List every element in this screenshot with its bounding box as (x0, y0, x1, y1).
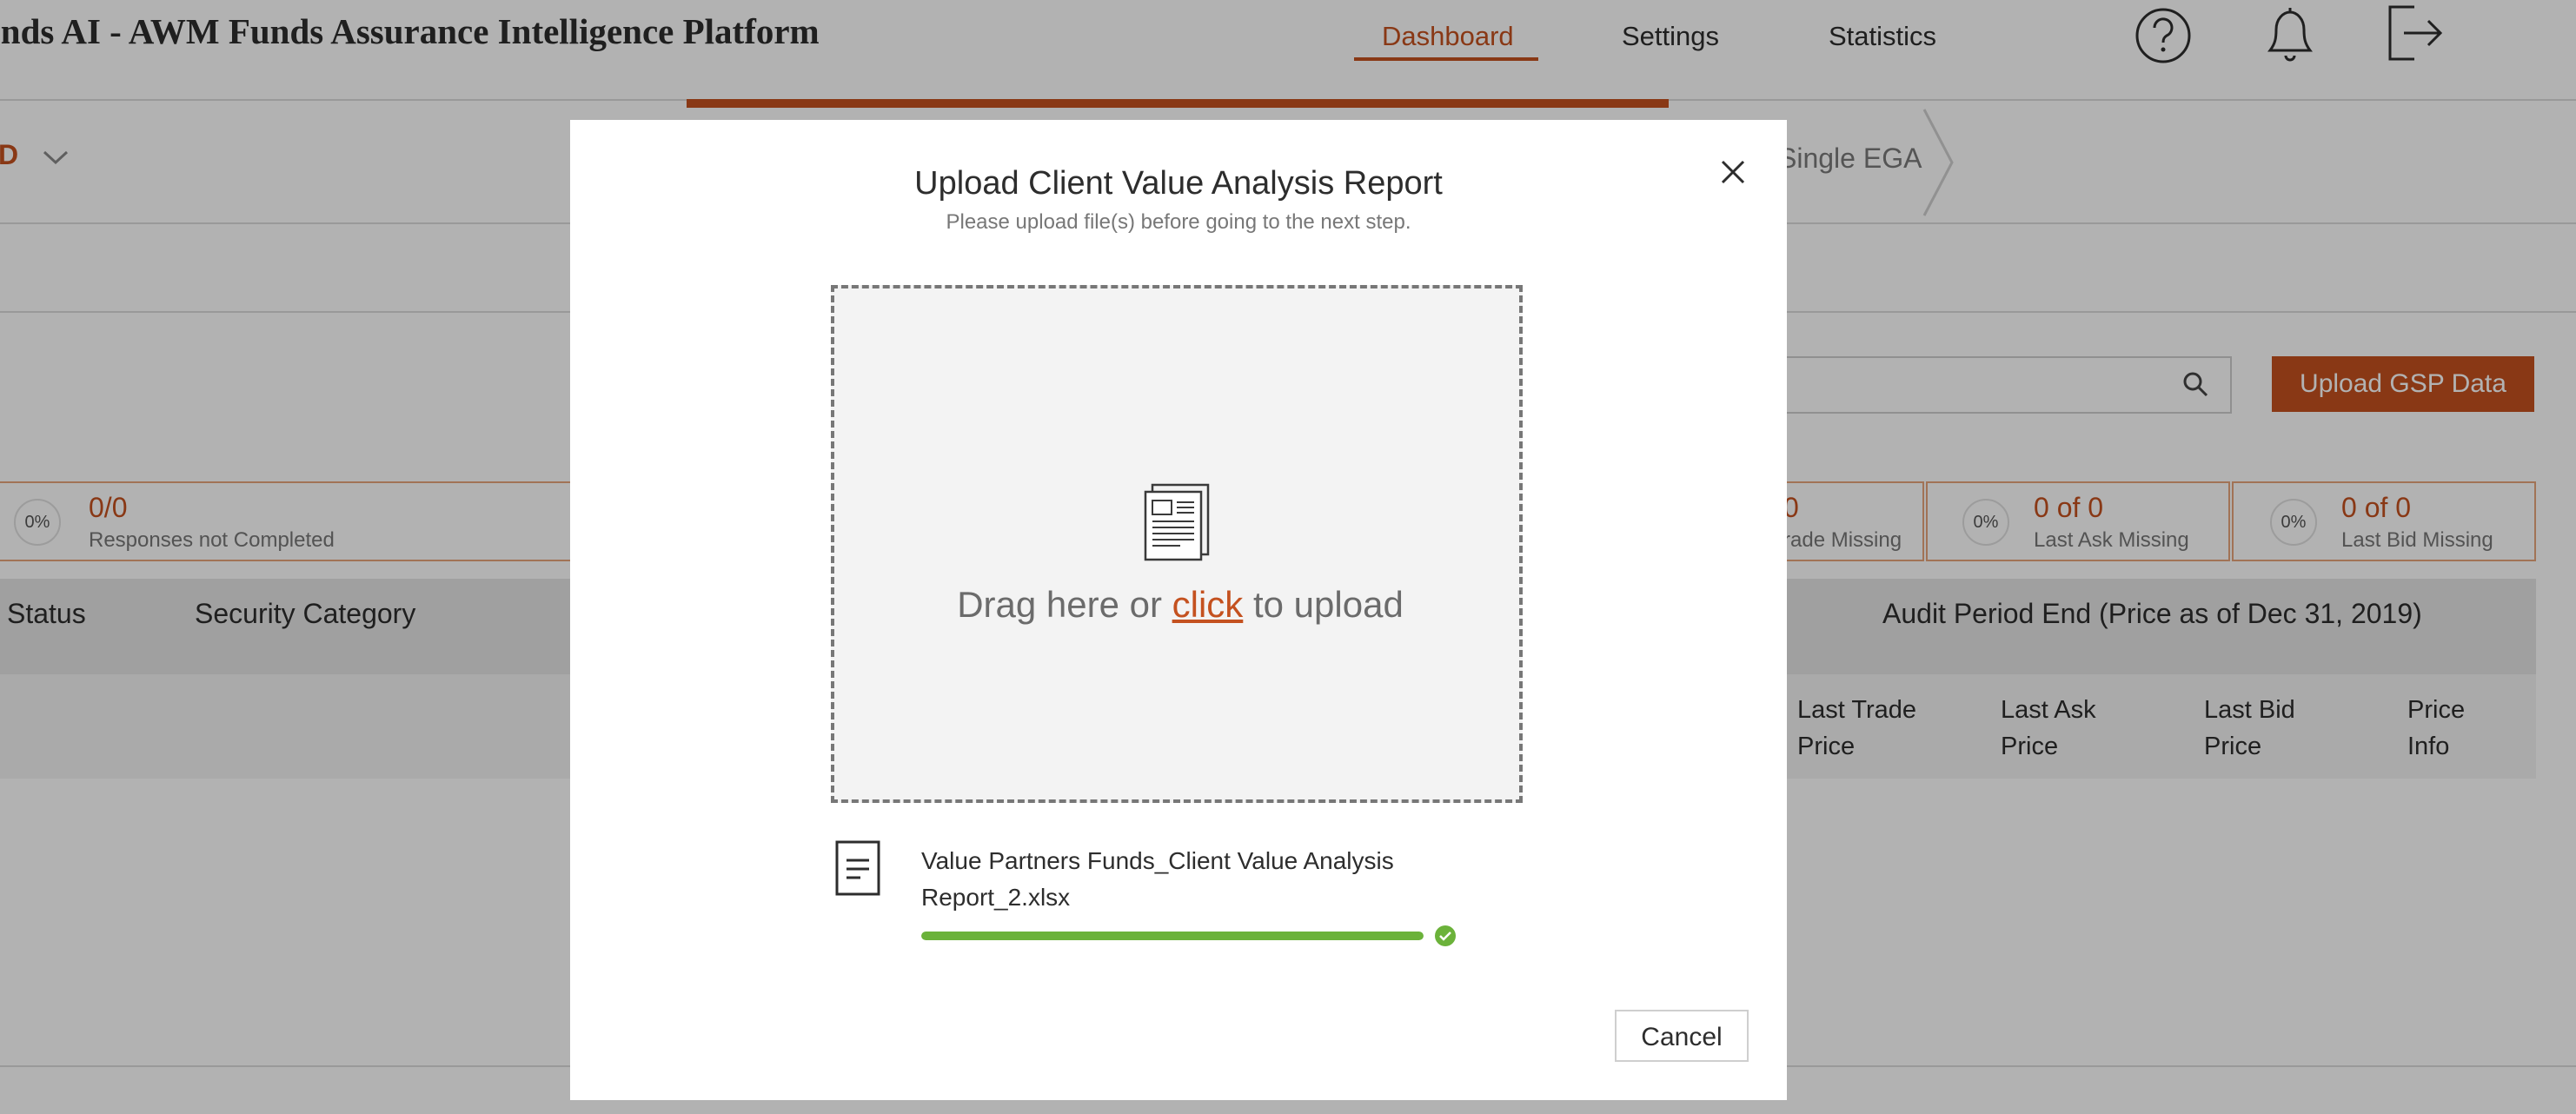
file-icon (835, 840, 880, 896)
drop-prefix: Drag here or (957, 584, 1172, 625)
modal-title: Upload Client Value Analysis Report (914, 165, 1443, 202)
uploaded-file-name: Value Partners Funds_Client Value Analys… (921, 847, 1394, 911)
close-icon[interactable] (1714, 153, 1752, 191)
cancel-button[interactable]: Cancel (1615, 1010, 1749, 1062)
drop-suffix: to upload (1243, 584, 1404, 625)
file-dropzone[interactable]: Drag here or click to upload (831, 285, 1523, 803)
upload-progress-bar (921, 932, 1424, 940)
upload-complete-check-icon (1435, 925, 1456, 946)
dropzone-text: Drag here or click to upload (834, 584, 1526, 626)
document-upload-icon (1144, 483, 1210, 561)
upload-modal: Upload Client Value Analysis Report Plea… (570, 120, 1787, 1100)
modal-subtitle: Please upload file(s) before going to th… (946, 210, 1411, 234)
click-to-upload-link[interactable]: click (1172, 584, 1244, 625)
upload-progress-fill (921, 932, 1424, 940)
